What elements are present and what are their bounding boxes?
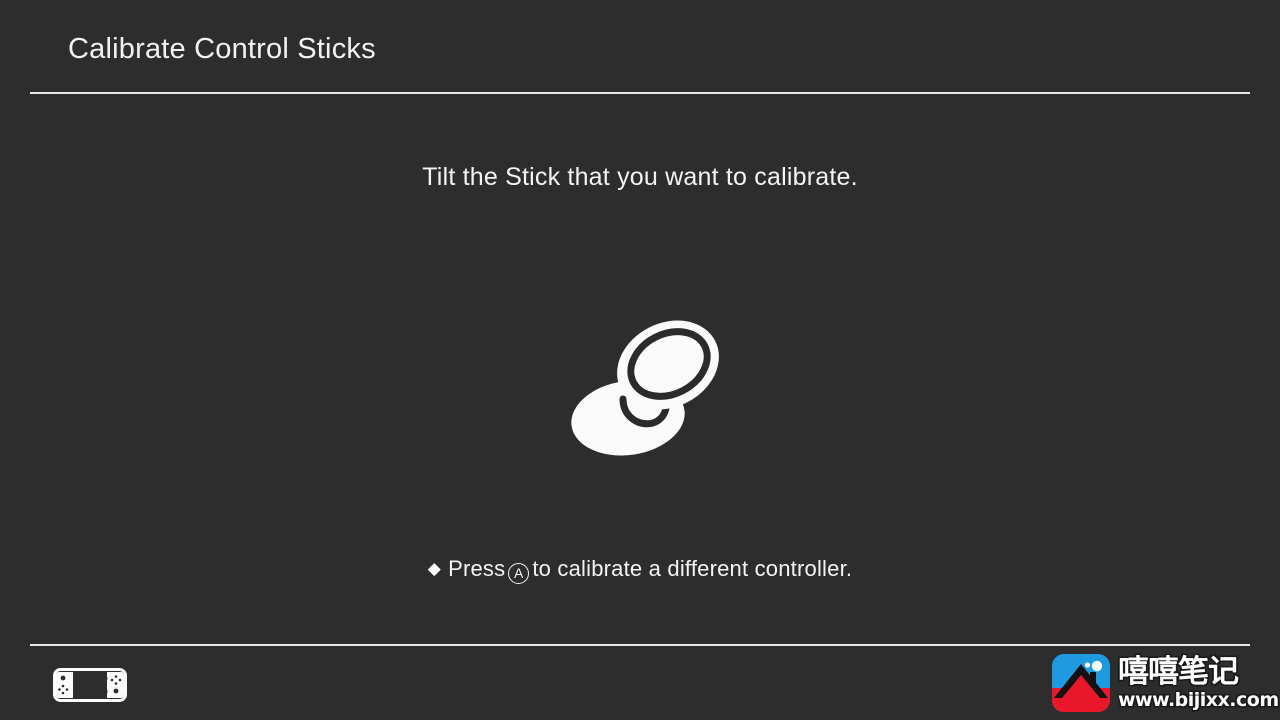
- logo-small-circle: [1084, 662, 1091, 668]
- button-a-dot: [118, 678, 122, 682]
- diamond-bullet-icon: ◆: [427, 559, 442, 578]
- right-rail-notch-lower: [105, 690, 108, 693]
- dpad-down-dot: [61, 691, 65, 695]
- logo-large-circle: [1091, 660, 1103, 672]
- console-screen-area: [75, 674, 105, 696]
- hint-text-before: Press: [448, 556, 506, 581]
- dpad-right-dot: [65, 688, 69, 691]
- control-stick-svg: [571, 320, 719, 456]
- control-stick-tilted-icon: [565, 315, 735, 470]
- page-title: Calibrate Control Sticks: [68, 33, 376, 65]
- dpad-left-dot: [58, 688, 61, 691]
- footer-divider: [30, 644, 1250, 646]
- mountain-photo-logo-icon: [1050, 652, 1112, 714]
- header-divider: [30, 92, 1250, 94]
- right-rail-notch: [105, 677, 108, 680]
- a-button-icon: A: [508, 563, 530, 584]
- button-x-dot: [114, 675, 118, 678]
- instruction-text: Tilt the Stick that you want to calibrat…: [422, 163, 858, 191]
- button-y-dot: [110, 678, 114, 682]
- watermark: 嘻嘻笔记 www.bijixx.com: [1050, 650, 1279, 716]
- right-stick-dot: [113, 688, 119, 694]
- watermark-logo-svg: [1052, 654, 1110, 712]
- hint-text-after: to calibrate a different controller.: [532, 556, 853, 581]
- left-joycon-shape: [56, 672, 73, 698]
- button-b-dot: [114, 682, 118, 685]
- watermark-brand-name: 嘻嘻笔记: [1118, 653, 1239, 690]
- calibrate-control-sticks-screen: Calibrate Control Sticks Tilt the Stick …: [0, 0, 1280, 720]
- logo-chimney: [1090, 672, 1096, 684]
- watermark-url: www.bijixx.com: [1118, 688, 1279, 711]
- left-stick-dot: [60, 675, 66, 681]
- watermark-text-group: 嘻嘻笔记 www.bijixx.com: [1118, 653, 1279, 711]
- switch-console-svg: [53, 668, 127, 702]
- hint-bar: ◆ Press Ato calibrate a different controll…: [0, 556, 1280, 584]
- switch-console-icon[interactable]: [53, 668, 127, 702]
- dpad-up-dot: [61, 684, 65, 688]
